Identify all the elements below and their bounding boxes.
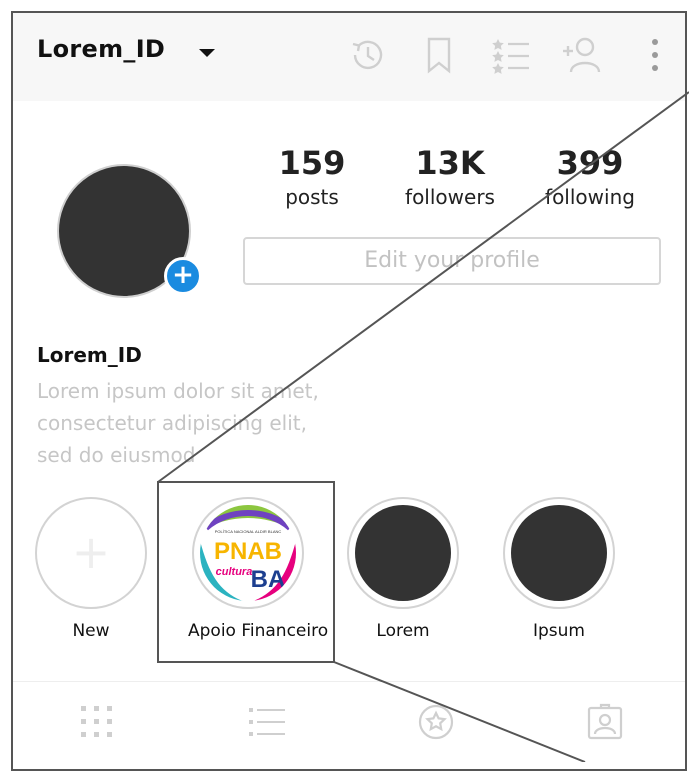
bio-line: sed do eiusmod (37, 443, 196, 467)
followers-label: followers (405, 185, 495, 209)
highlight-label: New (72, 621, 110, 641)
logo-cultura-text: cultura (216, 566, 253, 578)
highlight-lorem-circle[interactable] (347, 497, 459, 609)
highlight-ipsum[interactable]: Ipsum (499, 497, 619, 641)
highlight-cover (355, 505, 451, 601)
highlight-ipsum-circle[interactable] (503, 497, 615, 609)
bio-line: Lorem ipsum dolor sit amet, (37, 379, 319, 403)
posts-label: posts (285, 185, 339, 209)
edit-profile-button[interactable]: Edit your profile (243, 237, 661, 285)
highlight-apoio-financeiro[interactable]: POLÍTICA NACIONAL ALDIR BLANC PNAB cultu… (188, 497, 329, 641)
chevron-down-icon[interactable] (199, 49, 215, 57)
starred-list-icon[interactable] (491, 35, 531, 75)
bookmark-icon[interactable] (419, 35, 459, 75)
bio-line: consectetur adipiscing elit, (37, 411, 307, 435)
following-label: following (545, 185, 635, 209)
bio-text: Lorem ipsum dolor sit amet, consectetur … (37, 375, 367, 471)
username-switcher[interactable]: Lorem_ID (37, 35, 165, 63)
screen: Lorem_ID + 159 posts 13K followers 399 f… (0, 0, 689, 771)
highlight-label: Lorem (376, 621, 430, 641)
posts-count: 159 (278, 144, 346, 182)
highlight-lorem[interactable]: Lorem (343, 497, 463, 641)
followers-stat[interactable]: 13K followers (375, 143, 525, 211)
logo-pnab-text: PNAB (214, 538, 282, 565)
logo-ba-text: BA (251, 566, 286, 593)
highlight-new-circle[interactable]: + (35, 497, 147, 609)
highlight-label: Ipsum (533, 621, 585, 641)
list-icon[interactable] (247, 702, 287, 742)
more-vertical-icon[interactable] (635, 35, 675, 75)
highlight-cover (511, 505, 607, 601)
pnab-cultura-logo: POLÍTICA NACIONAL ALDIR BLANC PNAB cultu… (200, 505, 296, 601)
tagged-person-icon[interactable] (585, 702, 625, 742)
following-stat[interactable]: 399 following (515, 143, 665, 211)
profile-screen: Lorem_ID + 159 posts 13K followers 399 f… (11, 11, 687, 771)
history-icon[interactable] (347, 35, 387, 75)
grid-icon[interactable] (77, 702, 117, 742)
plus-icon: + (71, 525, 111, 579)
highlight-label: Apoio Financeiro (188, 621, 329, 641)
highlight-new[interactable]: + New (31, 497, 151, 641)
following-count: 399 (556, 144, 624, 182)
star-icon[interactable] (416, 702, 456, 742)
highlight-apoio-circle[interactable]: POLÍTICA NACIONAL ALDIR BLANC PNAB cultu… (192, 497, 304, 609)
posts-stat[interactable]: 159 posts (237, 143, 387, 211)
profile-tab-bar (13, 681, 685, 769)
followers-count: 13K (415, 144, 485, 182)
add-person-icon[interactable] (561, 35, 601, 75)
logo-small-text: POLÍTICA NACIONAL ALDIR BLANC (215, 529, 282, 534)
bio-name: Lorem_ID (37, 343, 142, 367)
add-story-button[interactable]: + (164, 257, 202, 295)
top-bar: Lorem_ID (13, 13, 685, 101)
